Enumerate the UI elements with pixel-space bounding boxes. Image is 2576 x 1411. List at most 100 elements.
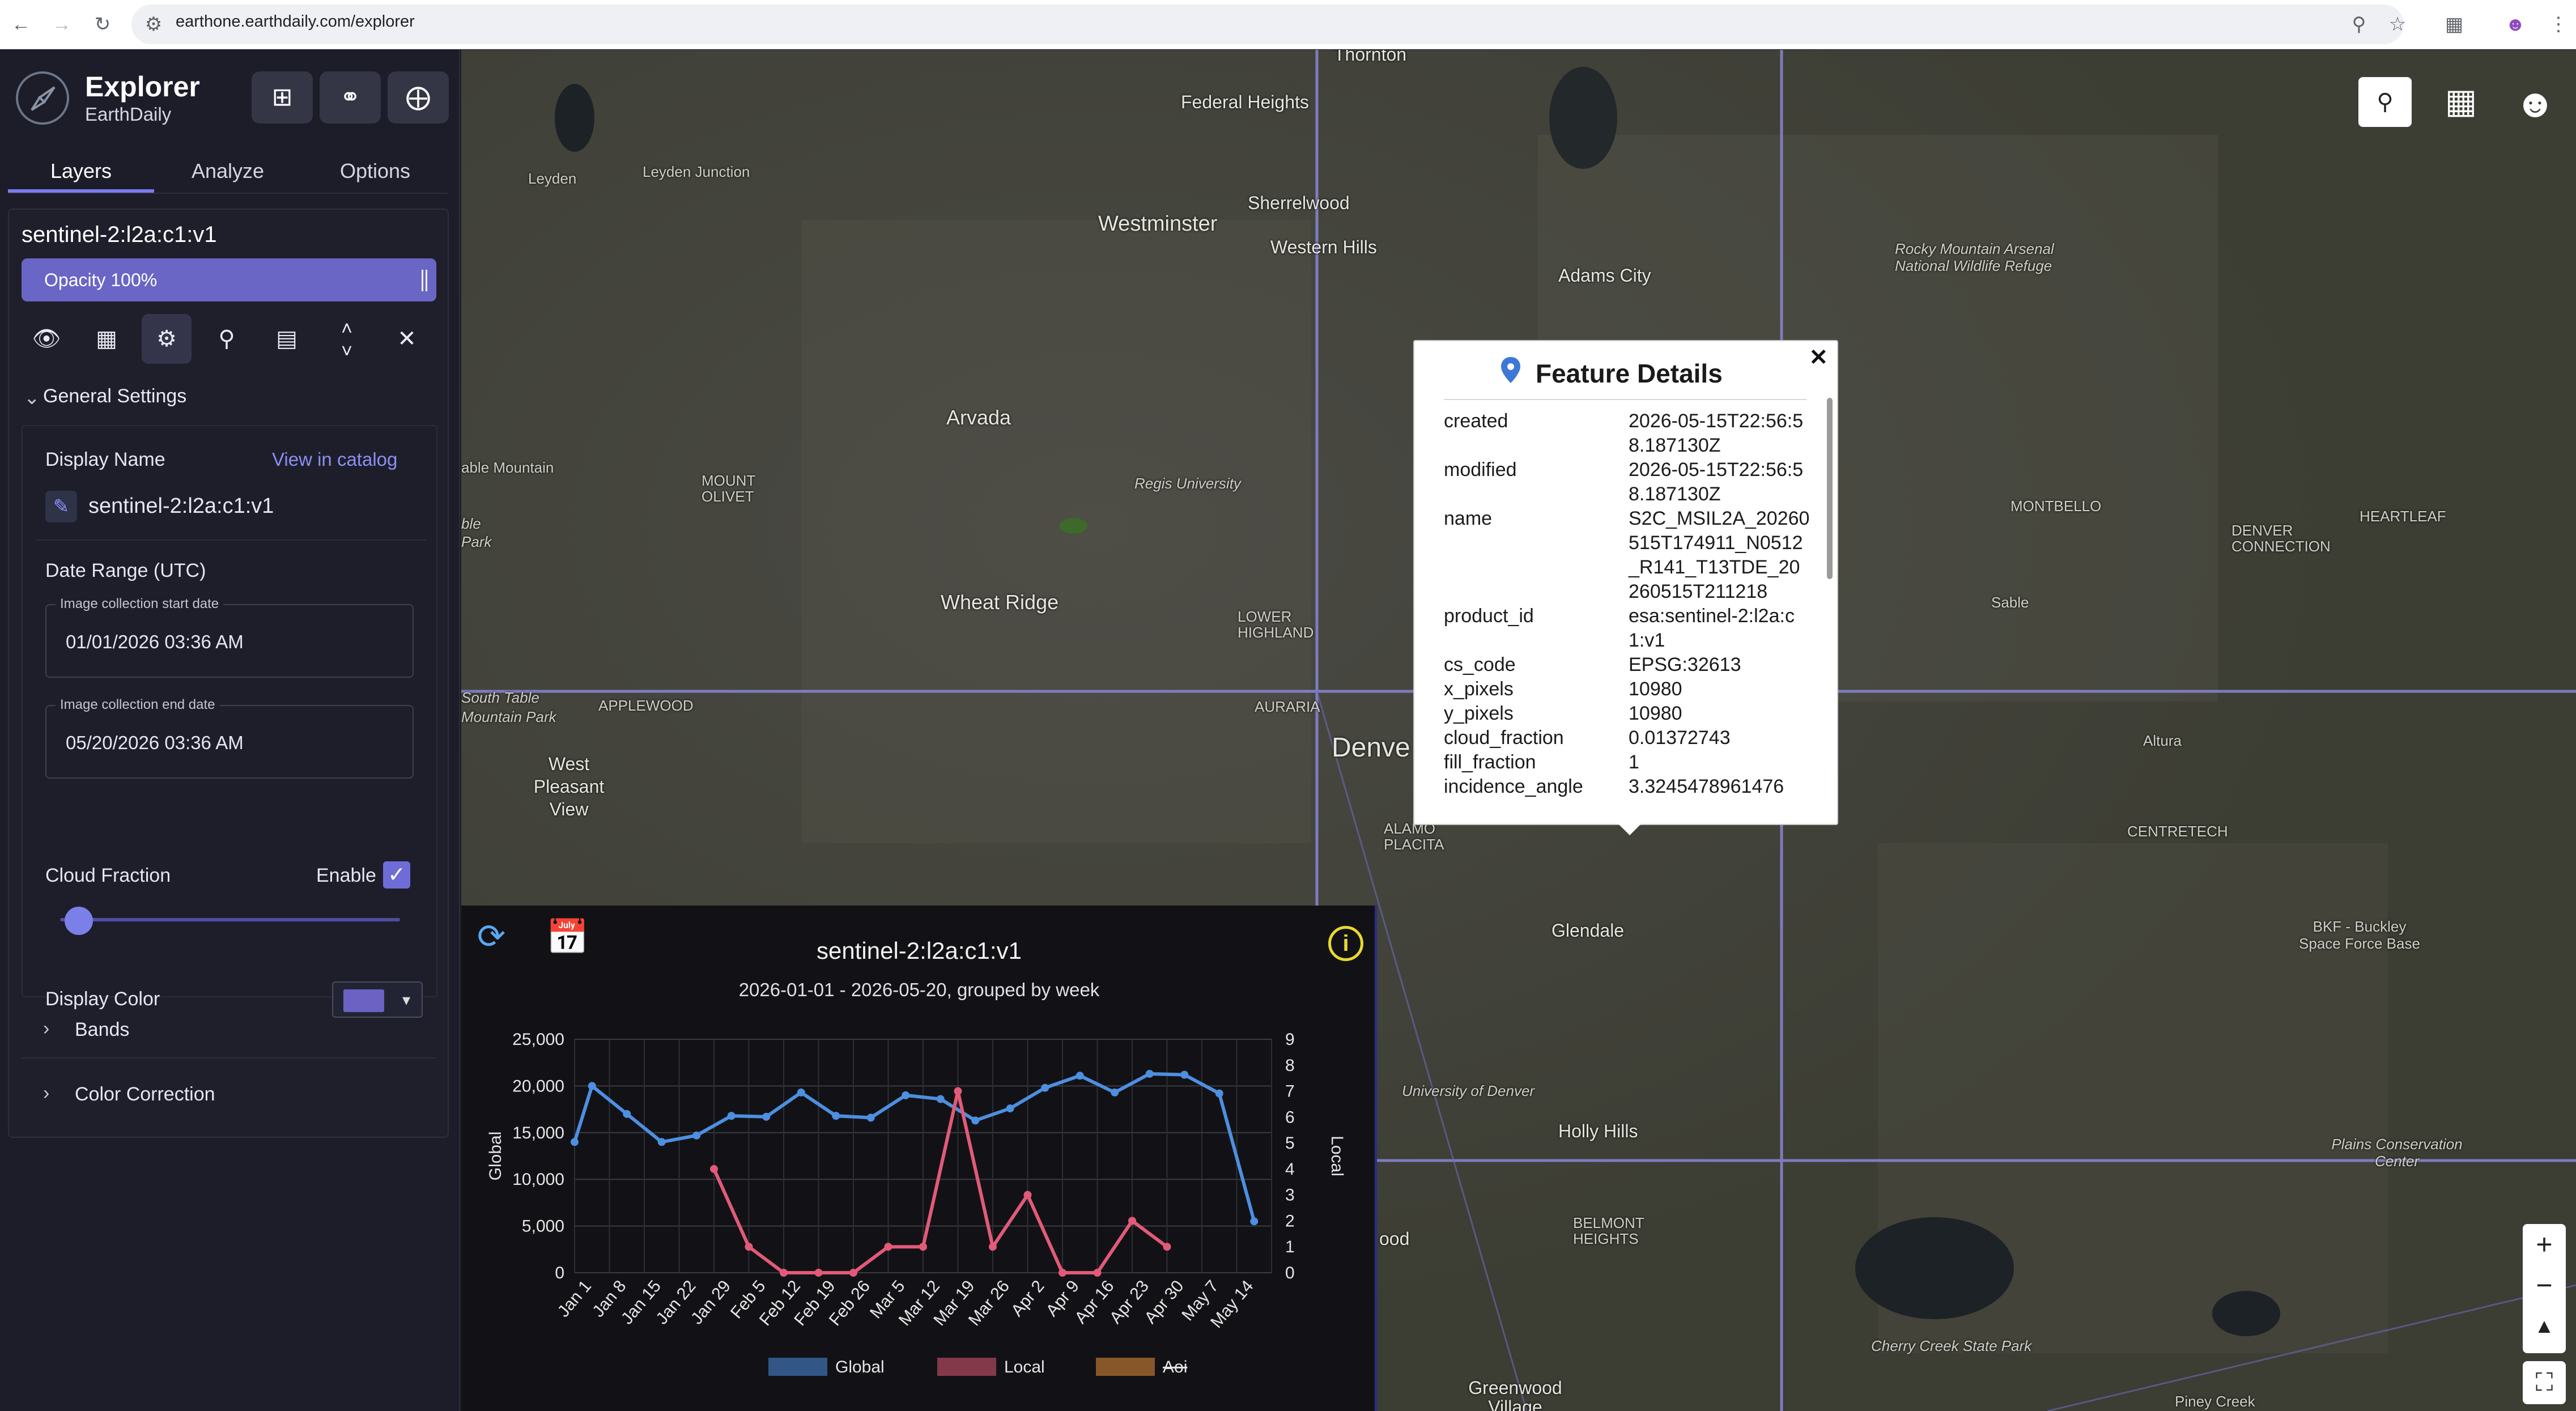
global-data-point[interactable] [657, 1138, 666, 1146]
map-label: Leyden [528, 170, 577, 187]
cloud-fraction-slider-thumb[interactable] [65, 907, 93, 935]
bookmark-star-icon[interactable]: ☆ [2383, 10, 2412, 39]
display-color-picker[interactable]: ▾ [332, 981, 423, 1018]
global-data-point[interactable] [971, 1116, 980, 1125]
end-date-field[interactable]: 05/20/2026 03:36 AM [45, 705, 414, 779]
grid-table-icon[interactable]: ▦ [82, 314, 131, 364]
global-data-point[interactable] [692, 1131, 701, 1140]
local-data-point[interactable] [1059, 1269, 1066, 1277]
map-label: Thornton [1334, 50, 1407, 65]
property-key: product_id [1444, 605, 1534, 627]
global-data-point[interactable] [727, 1112, 736, 1120]
local-data-point[interactable] [849, 1269, 857, 1277]
apps-grid-icon[interactable]: ▦ [2434, 75, 2488, 128]
visibility-eye-icon[interactable]: 👁 [22, 314, 71, 364]
share-link-button[interactable]: ⚭ [320, 71, 381, 124]
compass-north-icon[interactable]: ▲ [2523, 1306, 2566, 1346]
address-bar[interactable] [131, 5, 2404, 44]
local-data-point[interactable] [1163, 1243, 1171, 1251]
feature-properties-list[interactable]: created 2026-05-15T22:56:58.187130Z modifi… [1444, 409, 1818, 822]
back-arrow-icon[interactable]: ← [7, 10, 35, 39]
global-data-point[interactable] [832, 1112, 840, 1120]
global-data-point[interactable] [797, 1088, 805, 1096]
kebab-menu-icon[interactable]: ⋮ [2544, 10, 2573, 39]
display-name-value[interactable]: sentinel-2:l2a:c1:v1 [88, 494, 274, 518]
global-data-point[interactable] [571, 1138, 579, 1146]
chevron-down-icon[interactable]: ⌄ [24, 386, 40, 409]
local-data-point[interactable] [1128, 1217, 1136, 1225]
local-data-point[interactable] [919, 1243, 927, 1251]
y2-axis-title: Local [1328, 1136, 1346, 1176]
opacity-slider[interactable]: Opacity 100% [22, 258, 436, 301]
global-data-point[interactable] [902, 1091, 910, 1099]
bar-chart-icon[interactable]: ▤ [262, 314, 312, 364]
forward-arrow-icon[interactable]: → [48, 10, 76, 39]
global-data-point[interactable] [1215, 1089, 1223, 1098]
start-date-field[interactable]: 01/01/2026 03:36 AM [45, 604, 414, 678]
end-date-value[interactable]: 05/20/2026 03:36 AM [66, 732, 244, 754]
popup-scrollbar[interactable] [1827, 398, 1833, 579]
add-feature-button[interactable]: ⊞ [252, 71, 313, 124]
cloud-enable-checkbox[interactable]: ✓ [383, 861, 410, 889]
local-data-point[interactable] [989, 1243, 997, 1251]
line-chart[interactable]: 0 5,000 10,000 15,000 20,000 25,000 0 1 2 3 4 5 6 7 8 9… [461, 906, 1377, 1411]
global-data-point[interactable] [1006, 1104, 1014, 1112]
local-data-point[interactable] [954, 1087, 962, 1095]
tab-layers[interactable]: Layers [8, 152, 154, 190]
chevron-right-icon[interactable]: › [43, 1082, 49, 1104]
global-data-point[interactable] [936, 1095, 945, 1103]
opacity-handle-icon[interactable] [422, 270, 427, 291]
local-data-point[interactable] [745, 1243, 753, 1251]
local-data-point[interactable] [710, 1164, 718, 1173]
global-data-point[interactable] [866, 1114, 875, 1122]
reload-icon[interactable]: ↻ [88, 10, 117, 39]
url-text[interactable]: earthone.earthdaily.com/explorer [176, 12, 415, 31]
chevron-right-icon[interactable]: › [43, 1018, 49, 1040]
view-in-catalog-link[interactable]: View in catalog [272, 449, 397, 470]
edit-pencil-icon[interactable]: ✎ [45, 491, 77, 522]
global-data-point[interactable] [762, 1112, 771, 1121]
caret-down-icon[interactable]: ▾ [402, 991, 410, 1009]
general-settings-header[interactable]: General Settings [43, 385, 186, 407]
extensions-icon[interactable]: ▦ [2440, 10, 2468, 39]
global-data-point[interactable] [1076, 1072, 1084, 1080]
global-data-point[interactable] [1180, 1070, 1189, 1079]
global-data-point[interactable] [623, 1110, 631, 1118]
legend-swatch[interactable] [937, 1358, 996, 1376]
legend-swatch[interactable] [1096, 1358, 1155, 1376]
tab-options[interactable]: Options [301, 152, 449, 190]
zoom-icon[interactable]: ⚲ [2345, 10, 2373, 39]
reorder-chevrons-icon[interactable]: ˄ ˅ [322, 314, 372, 364]
map-label: Sable [1991, 594, 2029, 611]
bands-section[interactable]: Bands [75, 1019, 129, 1041]
close-layer-icon[interactable]: ✕ [382, 314, 432, 364]
zoom-to-layer-icon[interactable]: ⚲ [202, 314, 252, 364]
local-data-point[interactable] [1093, 1269, 1102, 1277]
profile-icon[interactable]: ☻ [2501, 10, 2530, 39]
account-avatar-icon[interactable]: ☻ [2507, 75, 2564, 131]
color-swatch[interactable] [343, 989, 384, 1012]
global-data-point[interactable] [1145, 1069, 1154, 1078]
start-date-value[interactable]: 01/01/2026 03:36 AM [66, 631, 244, 653]
feature-property-row: cs_code EPSG:32613 [1444, 653, 1818, 677]
global-data-point[interactable] [588, 1082, 596, 1090]
close-icon[interactable]: ✕ [1809, 345, 1828, 371]
map-search-button[interactable]: ⚲ [2358, 77, 2412, 127]
site-info-icon[interactable]: ⚙ [139, 10, 168, 39]
local-data-point[interactable] [884, 1243, 892, 1251]
color-correction-section[interactable]: Color Correction [75, 1083, 215, 1106]
add-layer-button[interactable]: ⨁ [388, 71, 449, 124]
settings-gear-icon[interactable]: ⚙ [142, 314, 192, 364]
zoom-out-button[interactable]: − [2523, 1265, 2566, 1306]
global-data-point[interactable] [1111, 1088, 1119, 1096]
tab-analyze[interactable]: Analyze [154, 152, 301, 190]
local-data-point[interactable] [1023, 1191, 1032, 1199]
global-data-point[interactable] [1250, 1217, 1259, 1226]
zoom-in-button[interactable]: + [2523, 1224, 2566, 1265]
local-data-point[interactable] [814, 1269, 823, 1277]
fullscreen-icon[interactable]: ⛶ [2523, 1361, 2566, 1404]
legend-swatch[interactable] [768, 1358, 827, 1376]
global-data-point[interactable] [1041, 1083, 1049, 1092]
cloud-fraction-slider[interactable] [60, 918, 400, 921]
local-data-point[interactable] [780, 1269, 788, 1277]
